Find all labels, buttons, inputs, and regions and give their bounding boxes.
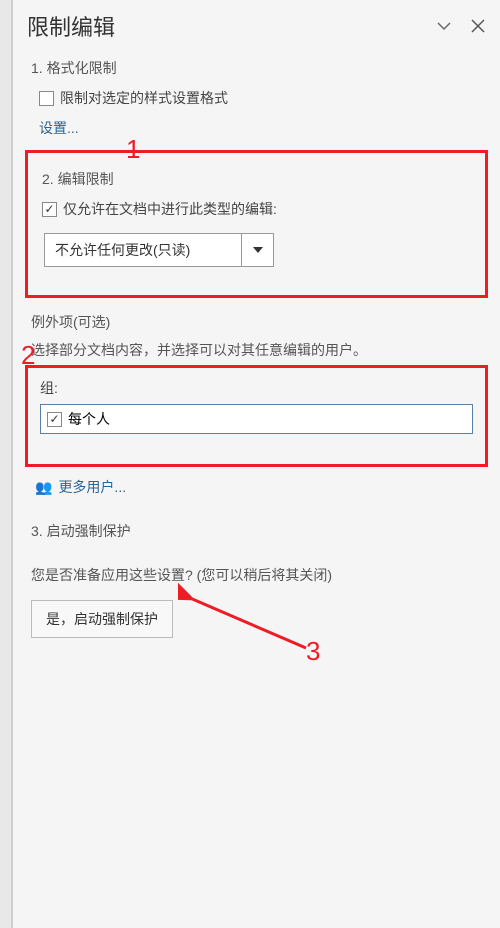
section1-title: 1. 格式化限制: [31, 58, 482, 78]
more-users-link[interactable]: 👥 更多用户...: [35, 477, 482, 497]
section3-title: 3. 启动强制保护: [31, 521, 482, 541]
editing-type-dropdown[interactable]: 不允许任何更改(只读): [44, 233, 274, 267]
exceptions-description: 选择部分文档内容，并选择可以对其任意编辑的用户。: [31, 340, 482, 361]
allow-editing-type-label: 仅允许在文档中进行此类型的编辑:: [63, 199, 277, 219]
enforcement-description: 您是否准备应用这些设置? (您可以稍后将其关闭): [31, 565, 482, 586]
chevron-down-icon[interactable]: [436, 18, 452, 34]
allow-editing-type-checkbox[interactable]: [42, 202, 57, 217]
everyone-checkbox[interactable]: [47, 412, 62, 427]
restrict-editing-panel: 限制编辑 1. 格式化限制 限制对选定的样式设置格式 设置... 2. 编辑限制…: [12, 0, 500, 928]
exceptions-title: 例外项(可选): [31, 312, 500, 332]
section2-title: 2. 编辑限制: [42, 169, 475, 189]
groups-label: 组:: [40, 378, 473, 398]
groups-box: 组: 每个人: [25, 365, 488, 467]
section-start-enforcement: 3. 启动强制保护: [13, 513, 500, 557]
settings-link[interactable]: 设置...: [39, 118, 79, 138]
groups-field[interactable]: 每个人: [40, 404, 473, 434]
dropdown-arrow-icon[interactable]: [241, 234, 273, 266]
dropdown-selected-value: 不允许任何更改(只读): [45, 234, 241, 266]
more-users-label: 更多用户...: [58, 477, 126, 497]
restrict-formatting-label: 限制对选定的样式设置格式: [60, 88, 228, 108]
panel-title: 限制编辑: [27, 10, 436, 42]
section-formatting: 1. 格式化限制 限制对选定的样式设置格式 设置...: [13, 50, 500, 144]
everyone-label: 每个人: [68, 409, 110, 429]
section-editing-restrictions: 2. 编辑限制 仅允许在文档中进行此类型的编辑: 不允许任何更改(只读): [25, 150, 488, 298]
start-enforcement-button[interactable]: 是，启动强制保护: [31, 600, 173, 638]
close-icon[interactable]: [470, 18, 486, 34]
panel-header: 限制编辑: [13, 0, 500, 50]
users-icon: 👥: [35, 479, 52, 496]
restrict-formatting-checkbox[interactable]: [39, 91, 54, 106]
